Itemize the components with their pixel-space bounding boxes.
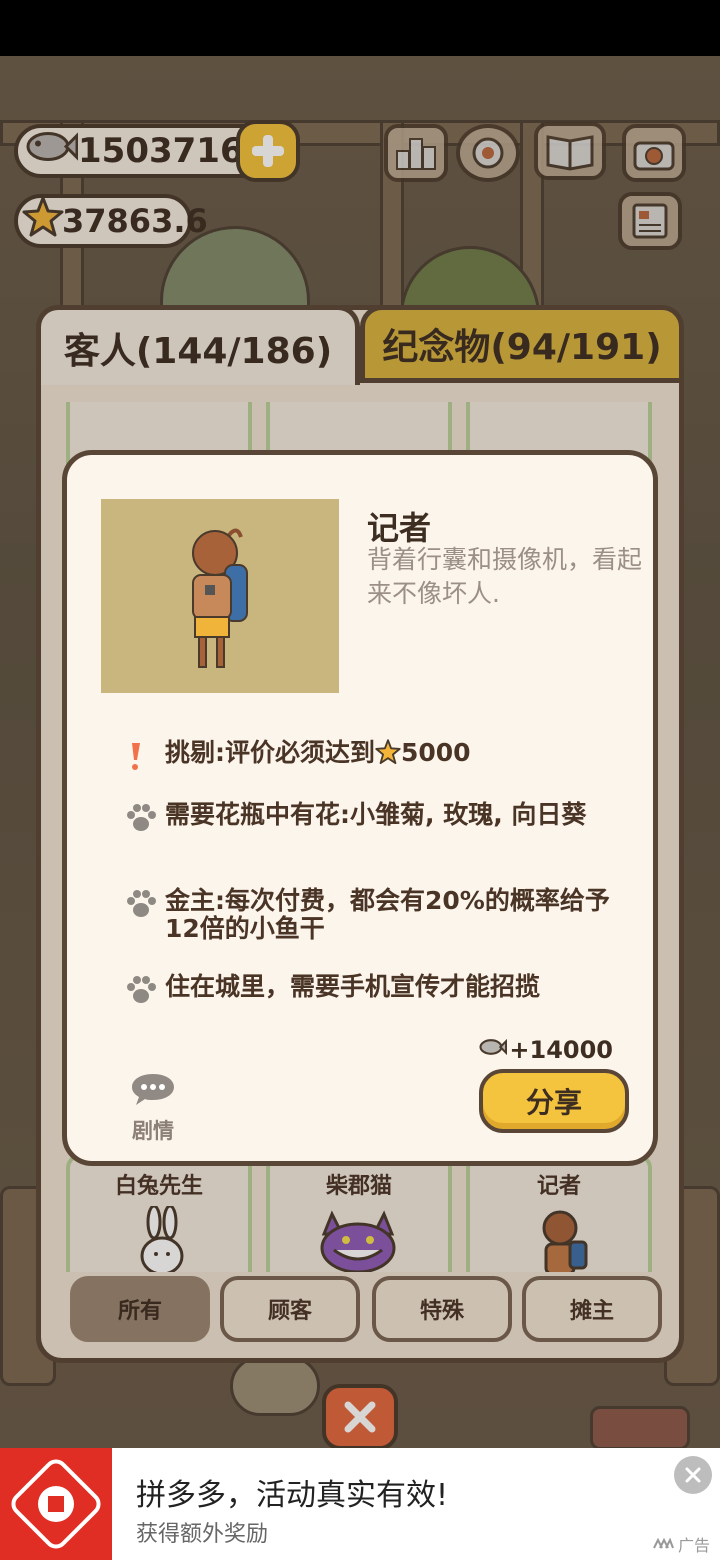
- guest-description: 背着行囊和摄像机，看起来不像坏人.: [367, 545, 643, 608]
- story-button[interactable]: 剧情: [123, 1071, 183, 1145]
- paw-icon: [125, 889, 165, 943]
- chat-bubble-icon: [132, 1074, 174, 1105]
- ad-subtitle: 获得额外奖励: [136, 1522, 269, 1547]
- paw-icon: [125, 975, 165, 1009]
- trait-picky: 挑剔:评价必须达到 5000: [125, 739, 625, 775]
- guest-detail-card: 记者 背着行囊和摄像机，看起来不像坏人. 挑剔:评价必须达到 5000 需要花瓶中…: [62, 450, 658, 1166]
- share-button[interactable]: 分享: [479, 1069, 629, 1133]
- pinduoduo-logo: [0, 1448, 112, 1560]
- reward-amount: +14000: [509, 1036, 613, 1064]
- trait-picky-text: 挑剔:评价必须达到: [165, 738, 375, 767]
- ad-tag-text: 广告: [677, 1536, 710, 1555]
- trait-patron-text: 金主:每次付费，都会有20%的概率给予12倍的小鱼干: [165, 886, 610, 943]
- story-label: 剧情: [132, 1119, 174, 1143]
- reporter-portrait-icon: [192, 528, 248, 668]
- share-reward: +14000: [477, 1035, 613, 1065]
- trait-flowers: 需要花瓶中有花:小雏菊, 玫瑰, 向日葵: [125, 801, 625, 837]
- status-bar: [0, 0, 720, 56]
- paw-icon: [125, 803, 165, 837]
- ad-banner[interactable]: 拼多多，活动真实有效! 获得额外奖励: [0, 1448, 720, 1560]
- star-icon: [375, 739, 401, 771]
- trait-city: 住在城里，需要手机宣传才能招揽: [125, 973, 625, 1009]
- trait-city-text: 住在城里，需要手机宣传才能招揽: [165, 972, 541, 1001]
- ad-title: 拼多多，活动真实有效!: [136, 1478, 449, 1513]
- exclamation-icon: [125, 741, 165, 775]
- close-icon: [685, 1467, 701, 1483]
- guest-portrait: [101, 499, 339, 693]
- fish-icon: [477, 1035, 508, 1065]
- ad-close-button[interactable]: [674, 1456, 712, 1494]
- trait-patron: 金主:每次付费，都会有20%的概率给予12倍的小鱼干: [125, 887, 625, 943]
- trait-flowers-text: 需要花瓶中有花:小雏菊, 玫瑰, 向日葵: [165, 800, 587, 829]
- ad-mark-icon: [652, 1535, 674, 1554]
- trait-picky-value: 5000: [401, 738, 471, 767]
- ad-label: 广告: [652, 1532, 710, 1556]
